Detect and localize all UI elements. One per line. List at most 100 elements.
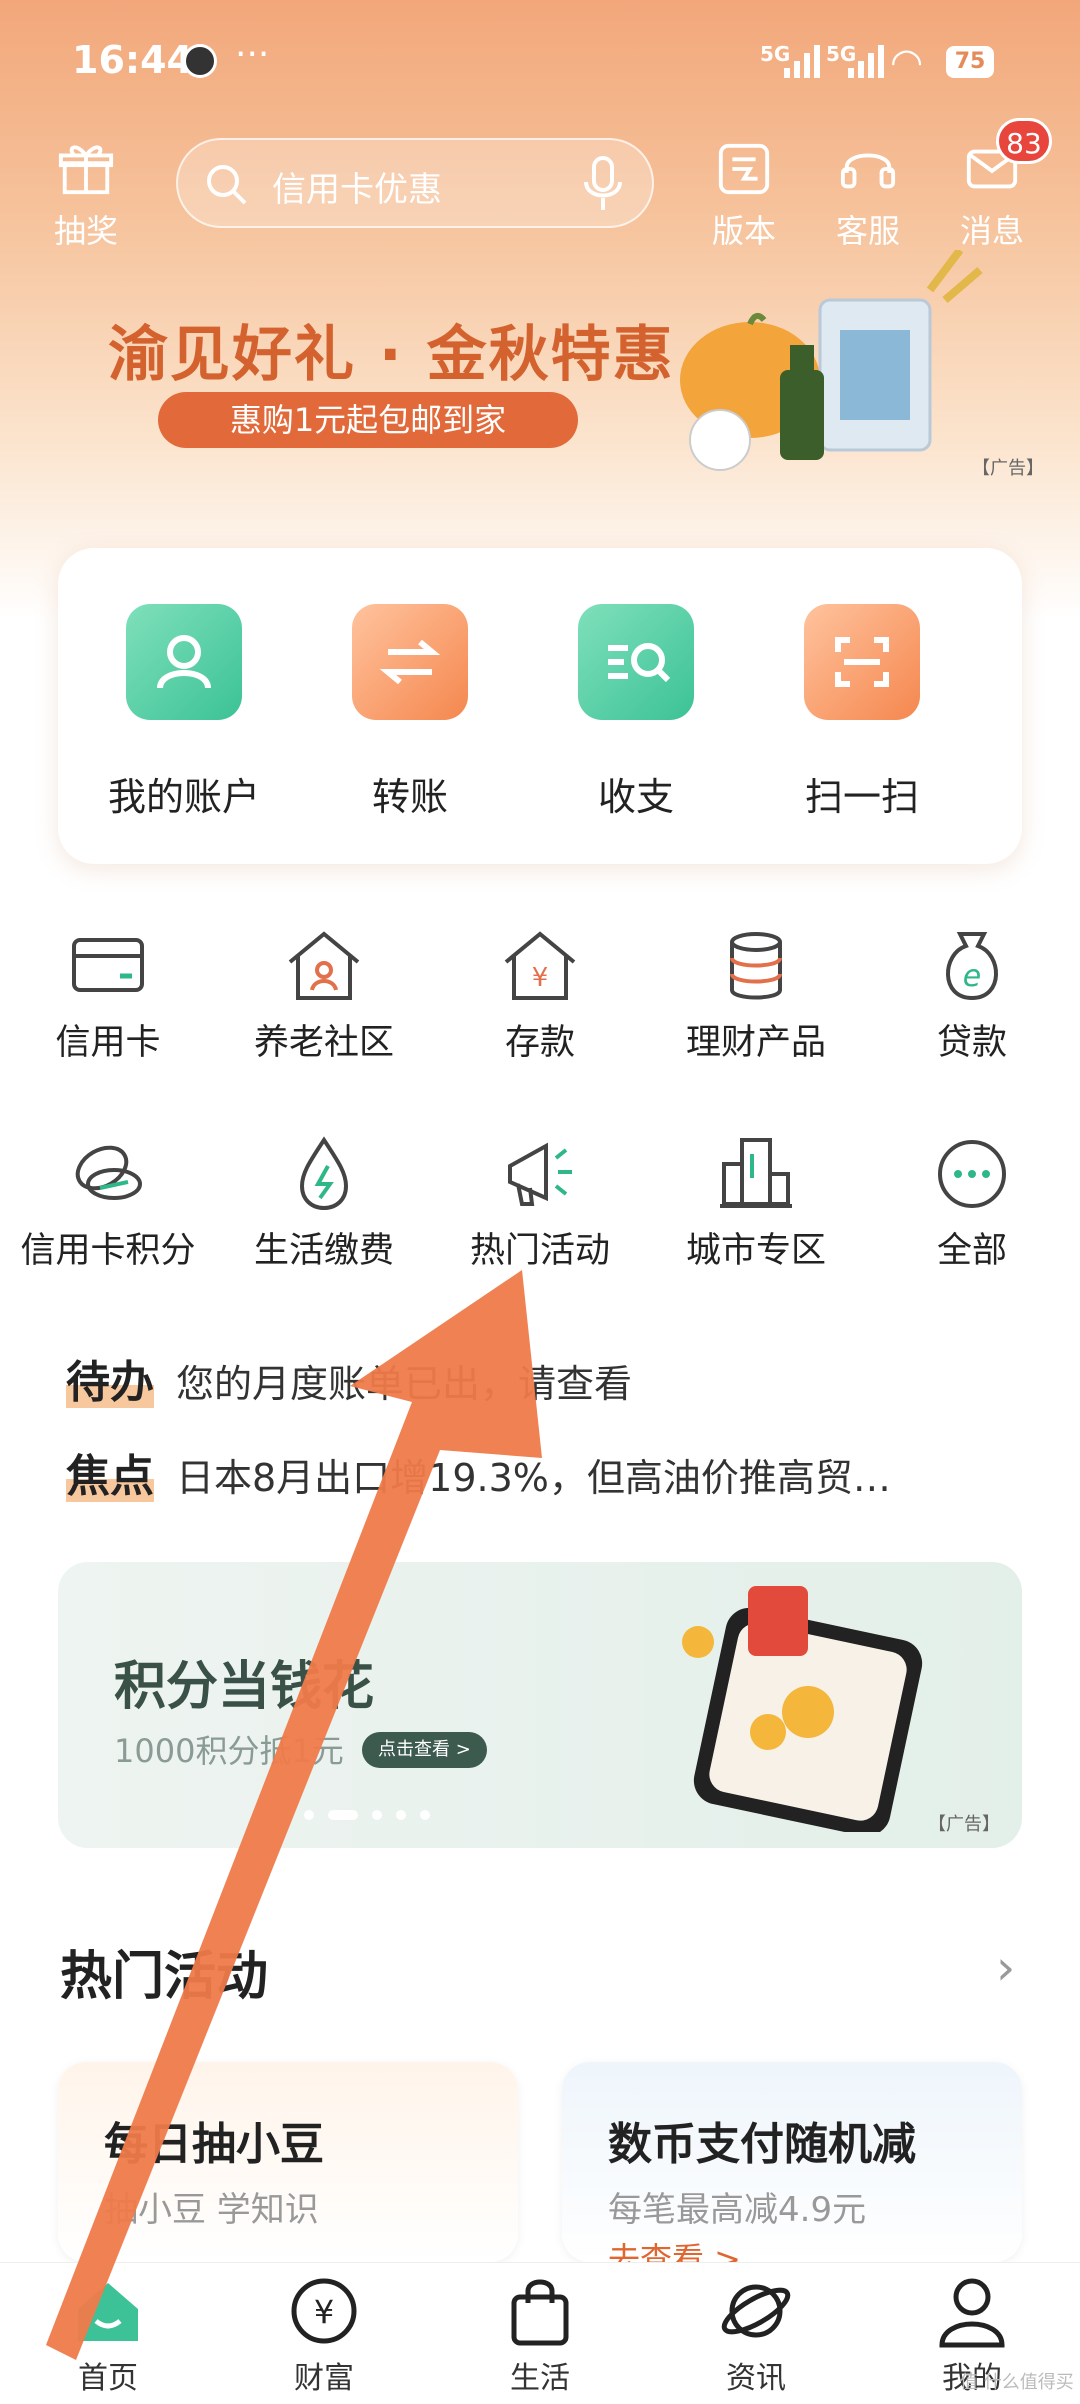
tab-wealth[interactable]: ¥ 财富 [264, 2273, 384, 2397]
account-icon [126, 604, 242, 720]
chevron-right-icon[interactable]: › [996, 1940, 1015, 1996]
watermark: 值 什么值得买 [960, 2372, 1074, 2393]
tab-home[interactable]: 首页 [48, 2273, 168, 2397]
quick-actions-card: 我的账户 转账 收支 扫一扫 [58, 548, 1022, 864]
megaphone-icon [508, 1142, 572, 1206]
quick-action-label: 扫一扫 [804, 775, 919, 819]
grid-label: 养老社区 [253, 1023, 394, 1063]
grid-item-credit-card[interactable]: 信用卡 [0, 926, 216, 1065]
activity-card-digital-currency[interactable]: 数币支付随机减 每笔最高减4.9元 去查看 > [562, 2062, 1022, 2278]
focus-tag: 焦点 [66, 1451, 154, 1502]
quick-action-account[interactable]: 我的账户 [84, 604, 284, 821]
grid-label: 信用卡 [55, 1023, 161, 1063]
transfer-icon [352, 604, 468, 720]
grid-label: 全部 [936, 1231, 1007, 1271]
quick-action-transfer[interactable]: 转账 [310, 604, 510, 821]
activity-card-daily-draw[interactable]: 每日抽小豆 抽小豆 学知识 [58, 2062, 518, 2262]
shopping-bag-icon [511, 2279, 569, 2346]
planet-icon [721, 2284, 791, 2338]
grid-item-all[interactable]: 全部 [864, 1134, 1080, 1273]
wifi-icon: ◠ [890, 40, 924, 84]
grid-item-hot-activities[interactable]: 热门活动 [432, 1134, 648, 1273]
points-promo-banner[interactable]: 积分当钱花 1000积分抵1元 点击查看 > 【广告】 [58, 1562, 1022, 1848]
grid-item-deposit[interactable]: ¥ 存款 [432, 926, 648, 1065]
gift-icon [58, 145, 114, 195]
income-expense-icon [578, 604, 694, 720]
wealth-product-icon [730, 932, 782, 1000]
deposit-icon: ¥ [504, 931, 576, 1000]
grid-item-loan[interactable]: e 贷款 [864, 926, 1080, 1065]
quick-action-label: 我的账户 [107, 775, 260, 819]
focus-notice[interactable]: 焦点 日本8月出口增19.3%，但高油价推高贸… [66, 1440, 891, 1504]
card-points-icon [75, 1145, 142, 1200]
more-icon [938, 1140, 1006, 1208]
quick-action-scan[interactable]: 扫一扫 [762, 604, 962, 821]
todo-tag: 待办 [66, 1357, 154, 1408]
svg-text:¥: ¥ [314, 2293, 334, 2331]
status-time: 16:44 [72, 38, 193, 82]
activity-subtitle: 每笔最高减4.9元 [608, 2190, 867, 2230]
version-label: 版本 [711, 212, 776, 250]
focus-text: 日本8月出口增19.3%，但高油价推高贸… [176, 1456, 891, 1500]
promo-title: 积分当钱花 [114, 1657, 375, 1717]
activity-title: 数币支付随机减 [608, 2119, 916, 2170]
grid-item-utility-payment[interactable]: 生活缴费 [216, 1134, 432, 1273]
search-icon [207, 165, 247, 205]
promo-subtitle: 1000积分抵1元 [114, 1732, 344, 1770]
headset-icon [840, 153, 896, 189]
lottery-button[interactable]: 抽奖 [36, 140, 136, 252]
grid-label: 贷款 [936, 1023, 1007, 1063]
promo-ad-tag: 【广告】 [928, 1814, 1000, 1835]
utility-payment-icon [299, 1136, 349, 1211]
grid-label: 理财产品 [685, 1023, 826, 1063]
service-label: 客服 [835, 212, 900, 250]
todo-notice[interactable]: 待办 您的月度账单已出，请查看 [66, 1346, 632, 1410]
svg-text:¥: ¥ [532, 963, 549, 993]
activity-subtitle: 抽小豆 学知识 [104, 2190, 319, 2230]
microphone-icon[interactable] [578, 156, 628, 212]
quick-action-label: 转账 [371, 775, 448, 819]
grid-item-card-points[interactable]: 信用卡积分 [0, 1134, 216, 1273]
wealth-icon: ¥ [291, 2278, 357, 2344]
promo-view-button[interactable]: 点击查看 > [362, 1732, 487, 1768]
customer-service-button[interactable]: 客服 [818, 140, 918, 252]
svg-text:e: e [963, 959, 981, 994]
banner-subtitle: 惠购1元起包邮到家 [158, 392, 578, 448]
lottery-label: 抽奖 [53, 212, 118, 250]
banner-product-illustration [680, 250, 983, 471]
tab-label: 生活 [510, 2361, 570, 2396]
signal-icon-2 [848, 45, 884, 78]
clock-app-icon [183, 44, 217, 78]
bottom-tab-bar: 首页 ¥ 财富 生活 资讯 我的 [0, 2262, 1080, 2404]
tab-label: 财富 [294, 2361, 354, 2396]
city-icon [720, 1138, 792, 1208]
tab-life[interactable]: 生活 [480, 2273, 600, 2397]
elder-community-icon [288, 931, 360, 1000]
version-icon [718, 143, 770, 195]
scan-icon [804, 604, 920, 720]
grid-label: 城市专区 [685, 1231, 826, 1271]
tab-label: 首页 [78, 2361, 138, 2396]
version-button[interactable]: 版本 [694, 140, 794, 252]
banner-title: 渝见好礼 · 金秋特惠 [108, 320, 675, 390]
profile-icon [939, 2278, 1005, 2348]
status-bar: 16:44 ··· 5G 5G ◠ 75 [0, 0, 1080, 120]
signal-icon [784, 45, 820, 78]
grid-item-wealth-product[interactable]: 理财产品 [648, 926, 864, 1065]
carousel-dots [304, 1810, 430, 1820]
phone-coins-illustration [682, 1586, 923, 1832]
search-input[interactable]: 信用卡优惠 [176, 138, 654, 228]
activity-title: 每日抽小豆 [104, 2119, 324, 2170]
battery-indicator: 75 [946, 46, 994, 78]
search-placeholder: 信用卡优惠 [272, 170, 442, 210]
grid-item-elder-community[interactable]: 养老社区 [216, 926, 432, 1065]
tab-news[interactable]: 资讯 [696, 2273, 816, 2397]
grid-label: 热门活动 [469, 1231, 610, 1271]
grid-label: 信用卡积分 [20, 1231, 196, 1271]
messages-label: 消息 [959, 212, 1024, 250]
quick-action-income-expense[interactable]: 收支 [536, 604, 736, 821]
tab-label: 资讯 [726, 2361, 786, 2396]
message-count-badge: 83 [996, 118, 1052, 164]
todo-text: 您的月度账单已出，请查看 [176, 1362, 633, 1406]
grid-item-city-zone[interactable]: 城市专区 [648, 1134, 864, 1273]
